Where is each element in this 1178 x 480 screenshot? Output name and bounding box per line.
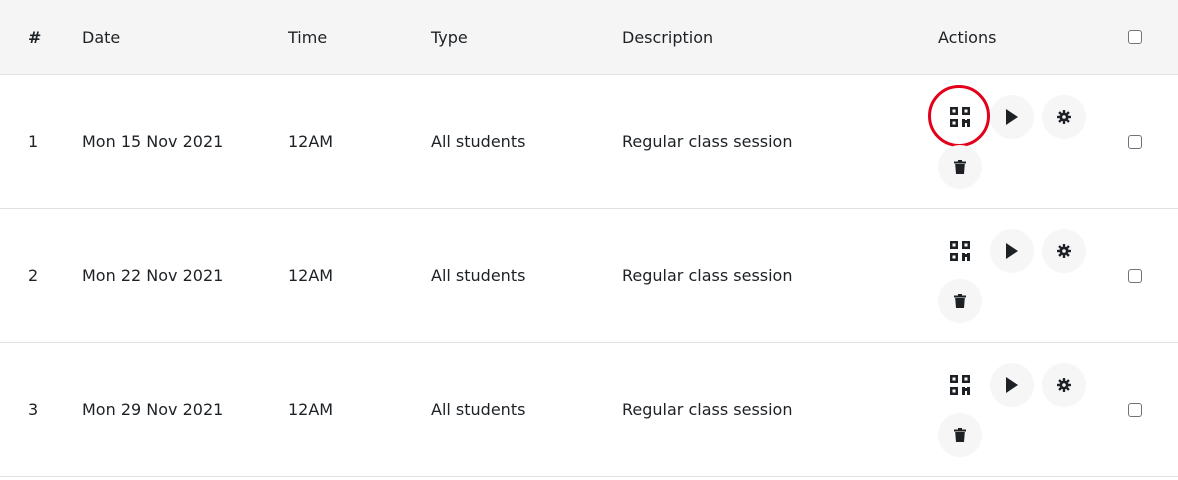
row-type: All students [431,266,526,285]
trash-icon [954,159,966,174]
row-time: 12AM [288,400,334,419]
play-icon [1005,108,1019,125]
qr-code-button[interactable] [928,84,990,147]
table-row: 3 Mon 29 Nov 2021 12AM All students Regu… [0,343,1178,477]
gear-icon [1057,243,1071,258]
delete-button[interactable] [938,278,982,323]
table-row: 2 Mon 22 Nov 2021 12AM All students Regu… [0,209,1178,343]
row-description: Regular class session [622,132,793,151]
row-time: 12AM [288,132,334,151]
qr-code-icon [950,240,970,261]
row-description: Regular class session [622,400,793,419]
sessions-table: # Date Time Type Description Actions 1 M… [0,0,1178,477]
header-number: # [28,27,42,47]
qr-code-icon [950,106,970,127]
play-icon [1005,242,1019,259]
select-all-checkbox[interactable] [1128,30,1142,44]
row-type: All students [431,132,526,151]
take-attendance-button[interactable] [990,94,1034,139]
row-time: 12AM [288,266,334,285]
settings-button[interactable] [1042,94,1086,139]
delete-button[interactable] [938,144,982,189]
qr-code-icon [950,374,970,395]
row-actions [938,362,1128,457]
row-number: 2 [28,266,39,285]
row-number: 3 [28,400,39,419]
row-type: All students [431,400,526,419]
row-date: Mon 29 Nov 2021 [82,400,224,419]
play-icon [1005,376,1019,393]
table-header-row: # Date Time Type Description Actions [0,0,1178,75]
row-checkbox[interactable] [1128,268,1142,283]
header-actions: Actions [938,27,997,47]
settings-button[interactable] [1042,362,1086,407]
trash-icon [954,427,966,442]
header-time[interactable]: Time [288,28,431,47]
header-type[interactable]: Type [431,28,622,47]
take-attendance-button[interactable] [990,228,1034,273]
row-actions [928,84,1128,189]
row-actions [938,228,1128,323]
qr-code-button[interactable] [938,363,982,407]
gear-icon [1057,109,1071,124]
row-date: Mon 15 Nov 2021 [82,132,224,151]
qr-code-button[interactable] [938,229,982,273]
row-number: 1 [28,132,39,151]
settings-button[interactable] [1042,228,1086,273]
header-date[interactable]: Date [82,28,288,47]
header-description[interactable]: Description [622,28,938,47]
row-select [1128,134,1178,149]
take-attendance-button[interactable] [990,362,1034,407]
table-row: 1 Mon 15 Nov 2021 12AM All students Regu… [0,75,1178,209]
row-select [1128,268,1178,283]
row-date: Mon 22 Nov 2021 [82,266,224,285]
row-select [1128,402,1178,417]
row-checkbox[interactable] [1128,134,1142,149]
row-checkbox[interactable] [1128,402,1142,417]
delete-button[interactable] [938,412,982,457]
gear-icon [1057,377,1071,392]
header-select-all [1128,30,1178,44]
trash-icon [954,293,966,308]
row-description: Regular class session [622,266,793,285]
